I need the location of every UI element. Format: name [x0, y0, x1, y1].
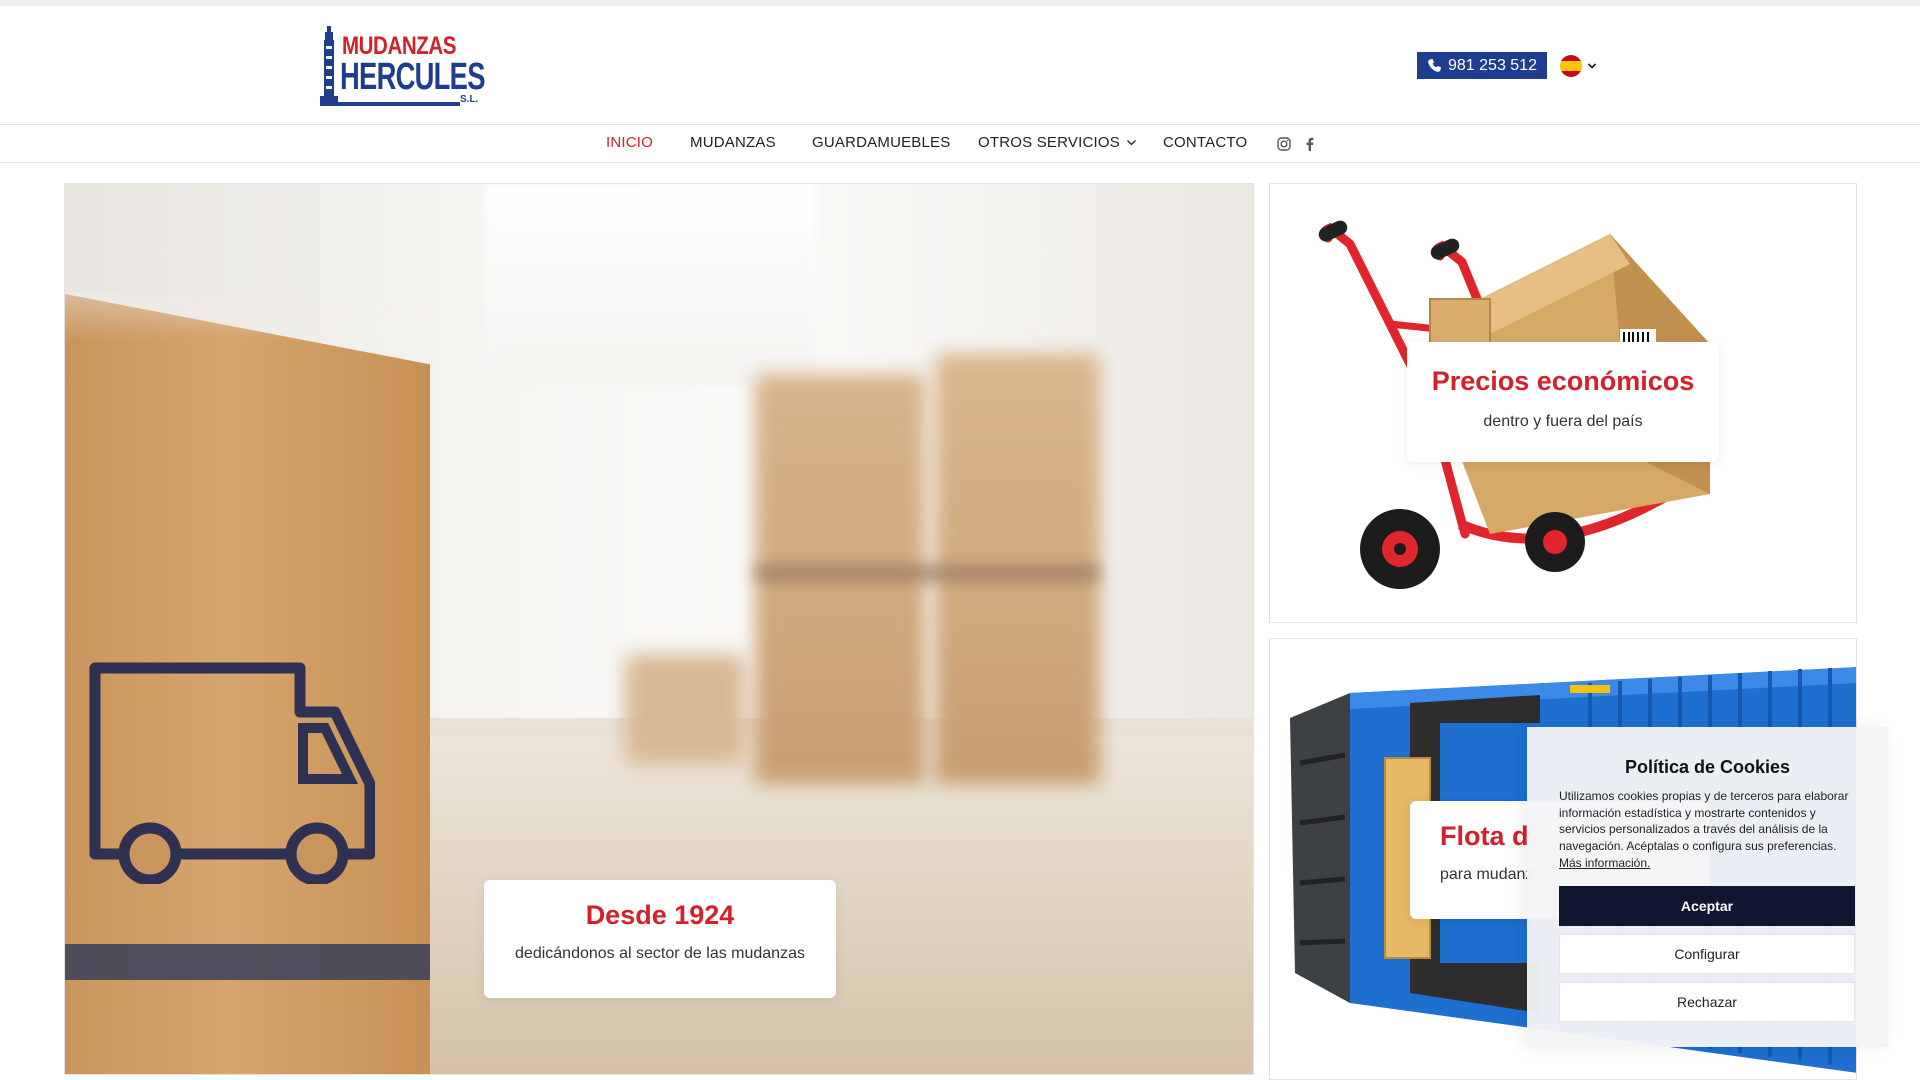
promo-prices-subtitle: dentro y fuera del país: [1483, 413, 1643, 430]
hero-basket: [625, 654, 745, 764]
logo[interactable]: MUDANZAS HERCULES S.L.: [318, 24, 486, 108]
hero-banner: Desde 1924 dedicándonos al sector de las…: [64, 183, 1254, 1075]
instagram-icon[interactable]: [1276, 136, 1292, 152]
hero-caption-card: Desde 1924 dedicándonos al sector de las…: [484, 880, 836, 998]
nav-contacto[interactable]: CONTACTO: [1163, 134, 1247, 151]
logo-underline: [320, 102, 460, 106]
cookie-more-info-link[interactable]: Más información.: [1559, 856, 1650, 870]
nav-otros-servicios[interactable]: OTROS SERVICIOS: [978, 134, 1137, 151]
promo-prices-card: Precios económicos dentro y fuera del pa…: [1407, 342, 1719, 462]
hero-title: Desde 1924: [585, 900, 735, 930]
chevron-down-icon: [1587, 63, 1597, 69]
language-selector[interactable]: [1560, 55, 1597, 77]
cookie-configure-button[interactable]: Configurar: [1559, 934, 1855, 974]
hero-window: [485, 184, 815, 384]
main-navigation: INICIO MUDANZAS GUARDAMUEBLES OTROS SERV…: [0, 124, 1920, 163]
truck-icon: [89, 662, 375, 884]
hero-box-band: [65, 944, 430, 980]
logo-line-2: HERCULES: [340, 56, 485, 98]
promo-card-prices[interactable]: Precios económicos dentro y fuera del pa…: [1269, 183, 1857, 623]
cookie-reject-button[interactable]: Rechazar: [1559, 982, 1855, 1022]
top-strip: [0, 0, 1920, 6]
cookie-text: Utilizamos cookies propias y de terceros…: [1559, 789, 1849, 853]
nav-inicio[interactable]: INICIO: [606, 134, 653, 151]
promo-prices-title: Precios económicos: [1431, 366, 1695, 396]
nav-guardamuebles[interactable]: GUARDAMUEBLES: [812, 134, 950, 151]
hero-subtitle: dedicándonos al sector de las mudanzas: [515, 945, 805, 962]
nav-mudanzas[interactable]: MUDANZAS: [690, 134, 776, 151]
tower-icon: [320, 26, 338, 104]
logo-line-3: S.L.: [460, 94, 479, 105]
phone-icon: [1428, 58, 1442, 72]
spain-flag-icon: [1560, 55, 1582, 77]
cookie-accept-button[interactable]: Aceptar: [1559, 886, 1855, 926]
phone-button[interactable]: 981 253 512: [1417, 52, 1547, 79]
cookie-banner: Política de Cookies Utilizamos cookies p…: [1527, 727, 1888, 1047]
phone-number: 981 253 512: [1448, 56, 1537, 74]
chevron-down-icon: [1126, 140, 1136, 146]
cookie-title: Política de Cookies: [1624, 757, 1791, 777]
nav-otros-servicios-label: OTROS SERVICIOS: [978, 134, 1120, 151]
hero-box-tape: [755, 564, 1100, 582]
facebook-icon[interactable]: [1302, 136, 1318, 152]
